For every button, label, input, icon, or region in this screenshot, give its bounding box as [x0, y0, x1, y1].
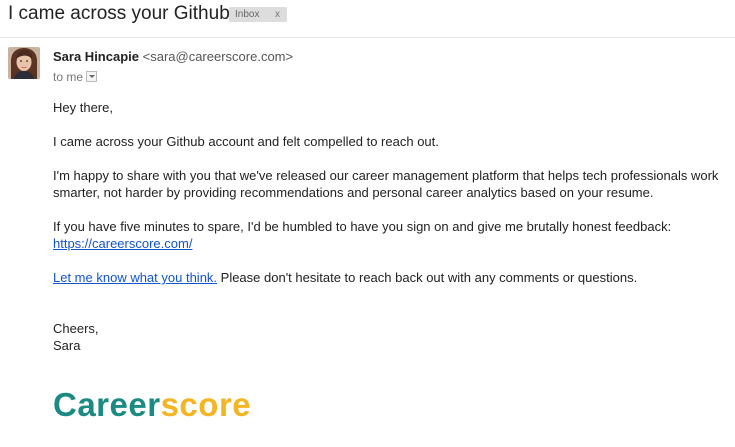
body-paragraph-3: If you have five minutes to spare, I'd b…: [53, 218, 723, 252]
body-paragraph-3-text: If you have five minutes to spare, I'd b…: [53, 219, 672, 234]
remove-label-icon[interactable]: x: [275, 8, 280, 21]
email-subject: I came across your Github: [8, 3, 230, 24]
sender-email: <sara@careerscore.com>: [142, 49, 294, 64]
sender-avatar[interactable]: [8, 47, 40, 79]
sender-name[interactable]: Sara Hincapie: [53, 49, 139, 64]
signature: Sara: [53, 338, 81, 353]
recipient-line: to me: [53, 70, 98, 84]
logo-part-career: Career: [53, 386, 161, 423]
body-paragraph-4-text: Please don't hesitate to reach back out …: [217, 270, 638, 285]
body-paragraph-4: Let me know what you think. Please don't…: [53, 269, 723, 286]
inbox-label-chip[interactable]: Inbox x: [229, 7, 287, 22]
greeting: Hey there,: [53, 100, 113, 115]
subject-bar: I came across your Github Inbox x: [0, 0, 735, 38]
logo-part-score: score: [160, 386, 252, 423]
body-paragraph-1: I came across your Github account and fe…: [53, 134, 439, 149]
recipient-text: to me: [53, 70, 84, 84]
label-text: Inbox: [235, 9, 260, 20]
feedback-link[interactable]: Let me know what you think.: [53, 270, 217, 285]
body-paragraph-2: I'm happy to share with you that we've r…: [53, 168, 719, 200]
careerscore-link[interactable]: https://careerscore.com/: [53, 236, 192, 251]
careerscore-logo: Careerscore: [53, 386, 251, 424]
details-dropdown-icon[interactable]: [86, 71, 98, 82]
signoff: Cheers,: [53, 321, 99, 336]
sender-line: Sara Hincapie <sara@careerscore.com>: [53, 49, 293, 64]
email-body: Hey there, I came across your Github acc…: [53, 99, 723, 354]
